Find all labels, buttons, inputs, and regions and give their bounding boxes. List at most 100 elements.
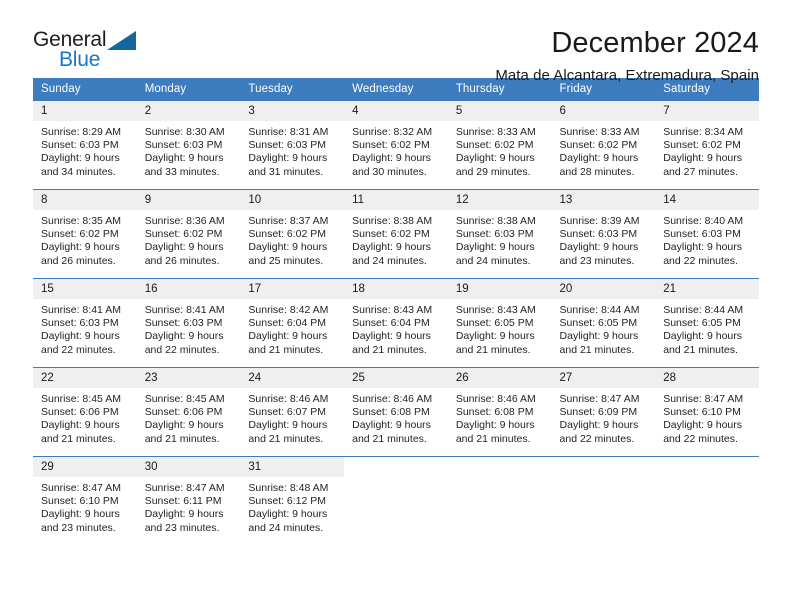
day-cell-inner: 24 Sunrise: 8:46 AM Sunset: 6:07 PM Dayligh… (240, 368, 345, 456)
calendar-day-cell[interactable]: 16 Sunrise: 8:41 AM Sunset: 6:03 PM Dayligh… (136, 278, 241, 368)
sunset-time: Sunset: 6:06 PM (144, 406, 223, 419)
sunset-time: Sunset: 6:02 PM (144, 228, 223, 241)
daylight-duration-line1: Daylight: 9 hours (455, 330, 535, 343)
calendar-day-cell[interactable]: 20 Sunrise: 8:44 AM Sunset: 6:05 PM Dayligh… (551, 278, 656, 368)
calendar-day-cell[interactable]: 19 Sunrise: 8:43 AM Sunset: 6:05 PM Dayligh… (447, 278, 552, 368)
sunset-time: Sunset: 6:08 PM (352, 406, 430, 419)
calendar-day-cell[interactable]: 3 Sunrise: 8:31 AM Sunset: 6:03 PM Daylight… (240, 100, 345, 190)
sunrise-time: Sunrise: 8:38 AM (455, 215, 536, 227)
calendar-day-cell[interactable]: 31 Sunrise: 8:48 AM Sunset: 6:12 PM Dayligh… (240, 456, 345, 545)
sunset-time: Sunset: 6:03 PM (144, 317, 223, 330)
day-details: Sunrise: 8:43 AM Sunset: 6:04 PM Daylight:… (344, 299, 448, 357)
calendar-day-cell[interactable]: 26 Sunrise: 8:46 AM Sunset: 6:08 PM Dayligh… (447, 367, 552, 457)
calendar-day-cell[interactable]: 21 Sunrise: 8:44 AM Sunset: 6:05 PM Dayligh… (655, 278, 759, 368)
sunrise-time: Sunrise: 8:46 AM (248, 393, 329, 405)
day-number: 1 (33, 101, 137, 121)
calendar-day-cell[interactable]: 8 Sunrise: 8:35 AM Sunset: 6:02 PM Daylight… (33, 189, 137, 279)
calendar-week-row: 29 Sunrise: 8:47 AM Sunset: 6:10 PM Dayligh… (33, 456, 759, 545)
calendar-day-cell[interactable]: 11 Sunrise: 8:38 AM Sunset: 6:02 PM Dayligh… (344, 189, 448, 279)
sunset-time: Sunset: 6:02 PM (663, 139, 741, 152)
day-details: Sunrise: 8:47 AM Sunset: 6:09 PM Daylight:… (552, 388, 656, 446)
day-cell-inner: 6 Sunrise: 8:33 AM Sunset: 6:02 PM Daylight… (551, 101, 656, 189)
day-number: 11 (344, 190, 448, 210)
sunrise-time: Sunrise: 8:46 AM (455, 393, 536, 405)
daylight-duration-line1: Daylight: 9 hours (41, 152, 120, 165)
day-number: 15 (33, 279, 137, 299)
daylight-duration-line2: and 23 minutes. (559, 254, 635, 267)
calendar-day-cell[interactable]: 13 Sunrise: 8:39 AM Sunset: 6:03 PM Dayligh… (551, 189, 656, 279)
sunset-time: Sunset: 6:03 PM (41, 139, 119, 152)
day-cell-inner: 20 Sunrise: 8:44 AM Sunset: 6:05 PM Dayligh… (551, 279, 656, 367)
day-details: Sunrise: 8:31 AM Sunset: 6:03 PM Daylight:… (240, 121, 344, 179)
daylight-duration-line1: Daylight: 9 hours (41, 419, 120, 432)
daylight-duration-line2: and 21 minutes. (41, 432, 116, 445)
day-details: Sunrise: 8:46 AM Sunset: 6:08 PM Daylight:… (344, 388, 448, 446)
calendar-day-cell[interactable]: 12 Sunrise: 8:38 AM Sunset: 6:03 PM Dayligh… (447, 189, 552, 279)
day-details: Sunrise: 8:48 AM Sunset: 6:12 PM Daylight:… (240, 477, 344, 535)
daylight-duration-line1: Daylight: 9 hours (352, 152, 431, 165)
day-number: 28 (655, 368, 759, 388)
day-number: 10 (240, 190, 345, 210)
day-cell-inner (551, 457, 656, 545)
calendar-day-cell[interactable]: 5 Sunrise: 8:33 AM Sunset: 6:02 PM Daylight… (447, 100, 552, 190)
page-title: December 2024 (551, 27, 759, 59)
daylight-duration-line1: Daylight: 9 hours (663, 419, 743, 432)
calendar-day-cell[interactable]: 24 Sunrise: 8:46 AM Sunset: 6:07 PM Dayligh… (240, 367, 345, 457)
calendar-day-cell[interactable]: 25 Sunrise: 8:46 AM Sunset: 6:08 PM Dayligh… (344, 367, 448, 457)
calendar-day-cell[interactable]: 10 Sunrise: 8:37 AM Sunset: 6:02 PM Dayligh… (240, 189, 345, 279)
day-details: Sunrise: 8:41 AM Sunset: 6:03 PM Daylight:… (137, 299, 241, 357)
calendar-day-cell[interactable]: 9 Sunrise: 8:36 AM Sunset: 6:02 PM Daylight… (136, 189, 241, 279)
day-details: Sunrise: 8:46 AM Sunset: 6:08 PM Daylight:… (448, 388, 552, 446)
calendar-day-cell[interactable]: 23 Sunrise: 8:45 AM Sunset: 6:06 PM Dayligh… (136, 367, 241, 457)
calendar-day-cell[interactable]: 2 Sunrise: 8:30 AM Sunset: 6:03 PM Daylight… (136, 100, 241, 190)
daylight-duration-line2: and 21 minutes. (663, 343, 738, 356)
calendar-cell-empty (655, 456, 759, 545)
sunrise-time: Sunrise: 8:29 AM (41, 126, 121, 138)
daylight-duration-line2: and 22 minutes. (663, 432, 738, 445)
day-number: 25 (344, 368, 448, 388)
daylight-duration-line1: Daylight: 9 hours (663, 152, 743, 165)
calendar-day-cell[interactable]: 15 Sunrise: 8:41 AM Sunset: 6:03 PM Dayligh… (33, 278, 137, 368)
day-number (447, 457, 552, 477)
day-number: 14 (655, 190, 759, 210)
calendar-week-row: 8 Sunrise: 8:35 AM Sunset: 6:02 PM Daylight… (33, 189, 759, 279)
day-number (655, 457, 759, 477)
calendar-day-cell[interactable]: 18 Sunrise: 8:43 AM Sunset: 6:04 PM Dayligh… (344, 278, 448, 368)
day-cell-inner: 31 Sunrise: 8:48 AM Sunset: 6:12 PM Dayligh… (240, 457, 345, 545)
daylight-duration-line2: and 24 minutes. (248, 521, 324, 534)
day-cell-inner: 25 Sunrise: 8:46 AM Sunset: 6:08 PM Dayligh… (344, 368, 448, 456)
day-cell-inner: 7 Sunrise: 8:34 AM Sunset: 6:02 PM Daylight… (655, 101, 759, 189)
calendar-day-cell[interactable]: 28 Sunrise: 8:47 AM Sunset: 6:10 PM Dayligh… (655, 367, 759, 457)
sunrise-time: Sunrise: 8:41 AM (41, 304, 121, 316)
calendar-day-cell[interactable]: 22 Sunrise: 8:45 AM Sunset: 6:06 PM Dayligh… (33, 367, 137, 457)
sunset-time: Sunset: 6:05 PM (559, 317, 638, 330)
daylight-duration-line1: Daylight: 9 hours (352, 330, 431, 343)
calendar-day-cell[interactable]: 27 Sunrise: 8:47 AM Sunset: 6:09 PM Dayligh… (551, 367, 656, 457)
calendar-day-cell[interactable]: 17 Sunrise: 8:42 AM Sunset: 6:04 PM Dayligh… (240, 278, 345, 368)
daylight-duration-line1: Daylight: 9 hours (144, 508, 224, 521)
day-cell-inner: 21 Sunrise: 8:44 AM Sunset: 6:05 PM Dayligh… (655, 279, 759, 367)
day-details (552, 477, 656, 482)
page-subtitle: Mata de Alcantara, Extremadura, Spain (495, 67, 759, 85)
sunrise-time: Sunrise: 8:33 AM (455, 126, 536, 138)
calendar-day-cell[interactable]: 6 Sunrise: 8:33 AM Sunset: 6:02 PM Daylight… (551, 100, 656, 190)
daylight-duration-line2: and 22 minutes. (144, 343, 220, 356)
daylight-duration-line1: Daylight: 9 hours (248, 152, 328, 165)
day-number: 3 (240, 101, 345, 121)
sunrise-time: Sunrise: 8:46 AM (352, 393, 433, 405)
calendar-day-cell[interactable]: 29 Sunrise: 8:47 AM Sunset: 6:10 PM Dayligh… (33, 456, 137, 545)
calendar-day-cell[interactable]: 4 Sunrise: 8:32 AM Sunset: 6:02 PM Daylight… (344, 100, 448, 190)
day-cell-inner (655, 457, 759, 545)
day-number: 24 (240, 368, 345, 388)
daylight-duration-line1: Daylight: 9 hours (455, 419, 535, 432)
daylight-duration-line2: and 29 minutes. (455, 165, 531, 178)
daylight-duration-line2: and 21 minutes. (352, 432, 427, 445)
calendar-day-cell[interactable]: 7 Sunrise: 8:34 AM Sunset: 6:02 PM Daylight… (655, 100, 759, 190)
daylight-duration-line1: Daylight: 9 hours (455, 152, 535, 165)
calendar-day-cell[interactable]: 14 Sunrise: 8:40 AM Sunset: 6:03 PM Dayligh… (655, 189, 759, 279)
calendar-day-cell[interactable]: 1 Sunrise: 8:29 AM Sunset: 6:03 PM Daylight… (33, 100, 137, 190)
calendar-day-cell[interactable]: 30 Sunrise: 8:47 AM Sunset: 6:11 PM Dayligh… (136, 456, 241, 545)
sunrise-time: Sunrise: 8:39 AM (559, 215, 640, 227)
general-blue-logo[interactable]: General Blue (33, 28, 141, 74)
day-details: Sunrise: 8:35 AM Sunset: 6:02 PM Daylight:… (33, 210, 137, 268)
